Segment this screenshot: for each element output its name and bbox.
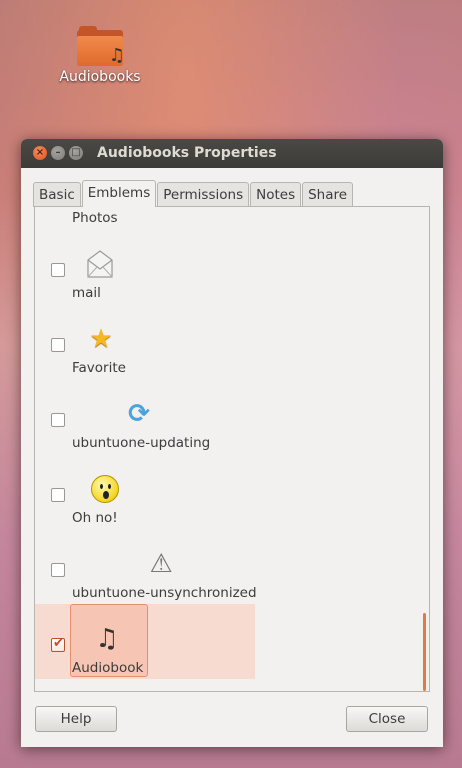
tab-basic[interactable]: Basic	[33, 182, 81, 207]
tab-bar: Basic Emblems Permissions Notes Share	[33, 180, 354, 207]
folder-icon: ♫	[77, 26, 125, 66]
emblem-label: ubuntuone-updating	[72, 435, 211, 451]
desktop-icon-audiobooks[interactable]: ♫ Audiobooks	[52, 26, 148, 85]
emblem-item-ubuntuone-updating[interactable]: ⟳ ubuntuone-updating	[35, 394, 265, 469]
emblem-item-photos[interactable]: Photos	[35, 207, 265, 244]
audiobook-icon: ♫	[95, 624, 119, 654]
emblem-item-favorite[interactable]: ★ Favorite	[35, 319, 265, 394]
scrollbar[interactable]	[423, 613, 426, 691]
audiobook-emblem-icon: ♫	[108, 45, 125, 66]
emblem-item-mail[interactable]: mail	[35, 244, 265, 319]
mail-icon	[87, 250, 113, 278]
emblem-checkbox[interactable]	[51, 263, 65, 277]
emblem-checkbox[interactable]	[51, 338, 65, 352]
emblem-checkbox-checked[interactable]	[51, 636, 65, 652]
emblem-item-audiobook[interactable]: ♫ Audiobook	[35, 619, 265, 691]
emblem-label: Audiobook	[72, 660, 144, 676]
tab-share[interactable]: Share	[302, 182, 354, 207]
help-button[interactable]: Help	[35, 706, 117, 732]
emblem-item-oh-no[interactable]: Oh no!	[35, 469, 265, 544]
emblem-label: Favorite	[72, 360, 126, 376]
emblem-checkbox[interactable]	[51, 413, 65, 427]
surprised-face-icon	[91, 475, 119, 503]
tab-permissions[interactable]: Permissions	[157, 182, 250, 207]
window-title: Audiobooks Properties	[97, 145, 277, 161]
emblem-label: Photos	[72, 210, 118, 226]
tab-notes[interactable]: Notes	[250, 182, 302, 207]
window-minimize-button[interactable]: –	[51, 146, 65, 160]
window-close-button[interactable]: ×	[33, 146, 47, 160]
emblems-list: Photos mail ★ Favorite ⟳ ubuntuone-updat…	[34, 206, 430, 692]
unsync-warning-icon: ⚠	[149, 549, 173, 579]
close-button[interactable]: Close	[346, 706, 428, 732]
emblem-item-ubuntuone-unsynchronized[interactable]: ⚠ ubuntuone-unsynchronized	[35, 544, 265, 619]
star-icon: ★	[89, 324, 113, 354]
desktop-icon-label: Audiobooks	[59, 69, 141, 85]
tab-emblems[interactable]: Emblems	[81, 180, 157, 207]
emblem-checkbox[interactable]	[51, 563, 65, 577]
emblem-label: Oh no!	[72, 510, 118, 526]
titlebar[interactable]: × – □ Audiobooks Properties	[21, 139, 443, 168]
emblem-label: mail	[72, 285, 101, 301]
window-maximize-button[interactable]: □	[69, 146, 83, 160]
emblem-label: ubuntuone-unsynchronized	[72, 585, 257, 601]
properties-dialog: × – □ Audiobooks Properties Basic Emblem…	[21, 139, 443, 747]
sync-icon: ⟳	[128, 399, 150, 429]
emblem-checkbox[interactable]	[51, 488, 65, 502]
